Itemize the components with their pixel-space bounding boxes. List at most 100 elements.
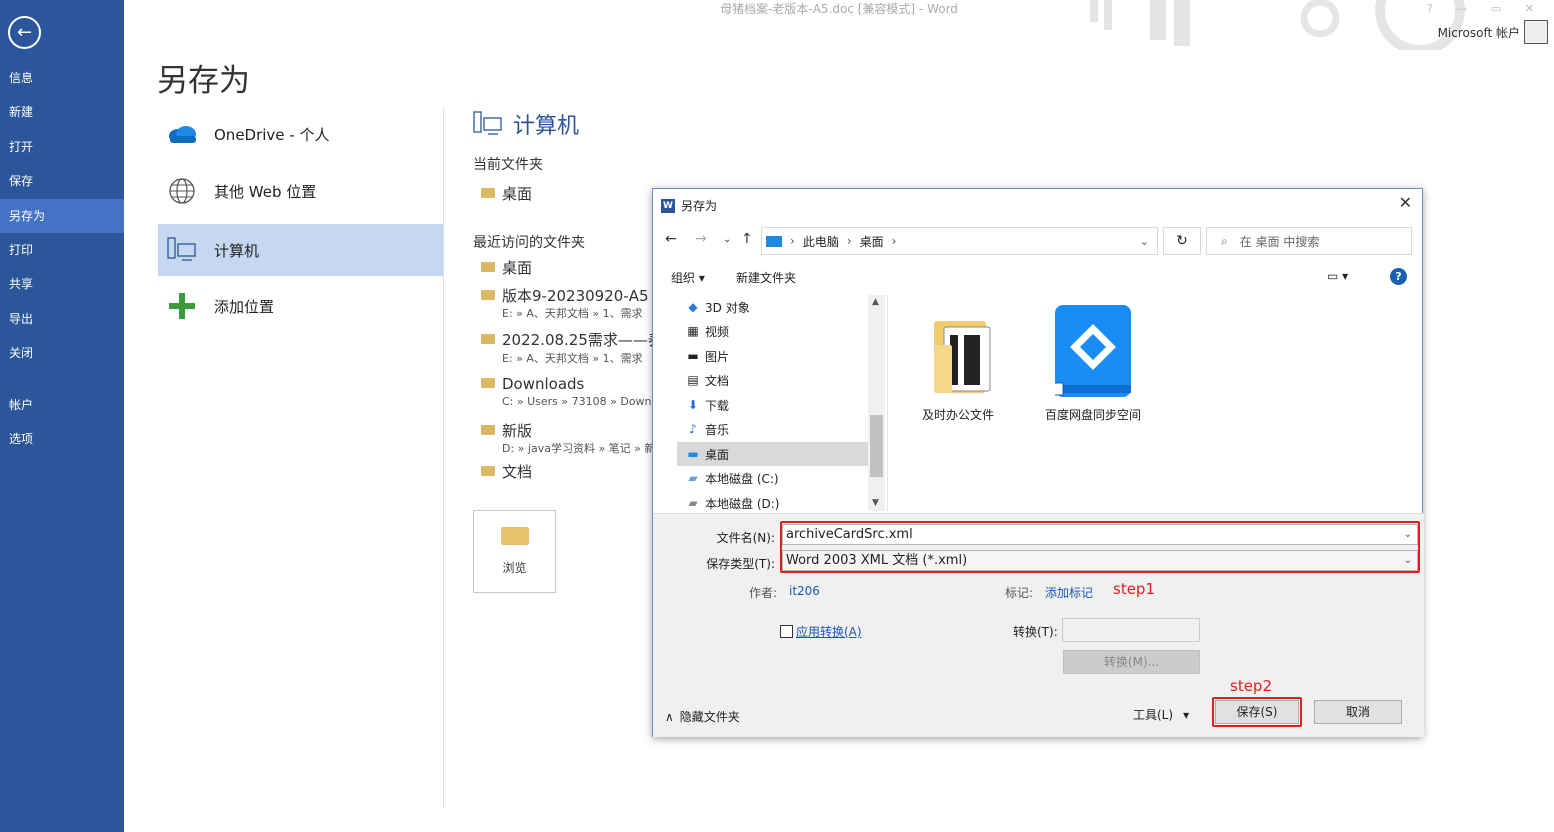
tree-label: 本地磁盘 (D:) (705, 496, 780, 511)
cancel-button[interactable]: 取消 (1314, 700, 1402, 724)
tree-item[interactable]: ◆ 3D 对象 (677, 295, 869, 319)
document-icon: ▤ (687, 373, 699, 387)
location-web[interactable]: 其他 Web 位置 (158, 165, 443, 217)
hide-folders-toggle[interactable]: ∧ 隐藏文件夹 (665, 708, 740, 725)
refresh-icon[interactable]: ↻ (1163, 227, 1201, 255)
organize-button[interactable]: 组织 ▾ (671, 269, 705, 286)
search-input[interactable]: ⌕ 在 桌面 中搜索 (1206, 227, 1412, 255)
desktop-icon: ▬ (687, 447, 699, 461)
folder-path: D: » java学习资料 » 笔记 » 新 (502, 442, 652, 455)
tree-item[interactable]: ▬ 图片 (677, 344, 869, 368)
recent-folder[interactable]: Downloads (481, 375, 584, 393)
chevron-right-icon: › (846, 234, 852, 248)
browse-button[interactable]: 浏览 (473, 510, 556, 593)
location-onedrive[interactable]: OneDrive - 个人 (158, 108, 443, 160)
filename-label: 文件名(N): (716, 531, 775, 545)
tree-scrollbar[interactable]: ▲ ▼ (868, 295, 885, 511)
nav-item-print[interactable]: 打印 (0, 233, 124, 267)
folder-icon (481, 334, 495, 344)
back-arrow-icon[interactable]: ← (8, 16, 41, 49)
up-icon[interactable]: ↑ (741, 231, 753, 247)
recent-folder[interactable]: 新版 (481, 420, 532, 441)
tree-item-selected[interactable]: ▬ 桌面 (677, 442, 869, 466)
chevron-right-icon: › (790, 234, 795, 248)
folder-name: Downloads (502, 375, 585, 393)
folder-icon (481, 262, 495, 272)
view-icon[interactable]: ▭ ▾ (1327, 269, 1348, 283)
globe-icon (166, 175, 198, 207)
recent-folder[interactable]: 2022.08.25需求——养 (481, 329, 663, 350)
search-placeholder: 在 桌面 中搜索 (1239, 234, 1320, 249)
tools-button[interactable]: 工具(L) ▾ (1133, 706, 1189, 723)
location-add[interactable]: 添加位置 (158, 280, 443, 332)
account-label[interactable]: Microsoft 帐户 (1438, 24, 1520, 41)
recent-label: 最近访问的文件夹 (473, 235, 585, 251)
tree-item[interactable]: ▰ 本地磁盘 (D:) (677, 491, 869, 511)
file-list: 及时办公文件 百度网盘同步空间 (887, 295, 1422, 511)
checkbox[interactable] (780, 625, 793, 638)
nav-item-save[interactable]: 保存 (0, 164, 124, 198)
new-folder-button[interactable]: 新建文件夹 (736, 269, 796, 286)
folder-icon (481, 188, 495, 198)
nav-item-share[interactable]: 共享 (0, 267, 124, 301)
address-bar[interactable]: › 此电脑 › 桌面 › ⌄ (761, 227, 1158, 255)
location-label: 其他 Web 位置 (214, 182, 317, 201)
recent-folder[interactable]: 文档 (481, 461, 532, 482)
scroll-thumb[interactable] (870, 415, 883, 477)
nav-item-open[interactable]: 打开 (0, 130, 124, 164)
close-icon[interactable]: ✕ (1399, 193, 1412, 212)
folder-name: 桌面 (502, 259, 533, 277)
nav-item-options[interactable]: 选项 (0, 422, 124, 456)
tree-item[interactable]: ▦ 视频 (677, 319, 869, 343)
computer-icon (166, 234, 198, 266)
breadcrumb-this-pc[interactable]: 此电脑 (803, 233, 839, 250)
dropdown-icon: ▾ (1183, 708, 1190, 722)
tools-label: 工具(L) (1133, 708, 1174, 722)
current-folder[interactable]: 桌面 (481, 183, 532, 204)
author-value[interactable]: it206 (789, 584, 820, 598)
nav-item-save-as[interactable]: 另存为 (0, 199, 124, 233)
pc-icon (766, 235, 782, 247)
tree-item[interactable]: ▤ 文档 (677, 368, 869, 392)
address-bar-row: ← → ⌄ ↑ › 此电脑 › 桌面 › ⌄ ↻ ⌕ 在 桌面 中搜索 (653, 225, 1424, 257)
recent-folder[interactable]: 版本9-20230920-A5 (481, 285, 649, 306)
chevron-down-icon[interactable]: ⌄ (723, 234, 731, 245)
tree-item[interactable]: ♪ 音乐 (677, 417, 869, 441)
forward-icon[interactable]: → (695, 231, 707, 247)
tree-item[interactable]: ⬇ 下载 (677, 393, 869, 417)
file-item[interactable]: 及时办公文件 (908, 305, 1008, 423)
back-icon[interactable]: ← (665, 231, 677, 247)
chevron-down-icon[interactable]: ⌄ (1140, 235, 1149, 248)
nav-item-info[interactable]: 信息 (0, 61, 124, 95)
panel-heading: 计算机 (473, 108, 579, 140)
location-computer[interactable]: 计算机 (158, 224, 443, 276)
nav-item-close[interactable]: 关闭 (0, 336, 124, 370)
tree-label: 音乐 (705, 422, 730, 437)
file-item[interactable]: 百度网盘同步空间 (1038, 305, 1148, 423)
transform-input[interactable] (1062, 618, 1200, 642)
folder-tree: ◆ 3D 对象 ▦ 视频 ▬ 图片 ▤ 文档 ⬇ 下载 ♪ 音乐 ▬ 桌面 ▰ 本地磁盘 (C:… (677, 295, 888, 511)
cube-icon: ◆ (688, 300, 698, 314)
music-icon: ♪ (689, 422, 697, 436)
drive-icon: ▰ (688, 471, 698, 485)
help-icon[interactable]: ? (1390, 268, 1407, 285)
apply-transform-label: 应用转换(A) (796, 625, 862, 639)
transform-button[interactable]: 转换(M)... (1063, 650, 1200, 674)
dialog-toolbar: 组织 ▾ 新建文件夹 ▭ ▾ ? (653, 263, 1424, 291)
window-controls[interactable]: ? — ▭ ✕ (1427, 2, 1544, 15)
nav-item-export[interactable]: 导出 (0, 302, 124, 336)
breadcrumb-desktop[interactable]: 桌面 (860, 233, 884, 250)
plus-icon (166, 290, 198, 322)
location-label: 计算机 (214, 241, 260, 260)
scroll-up-icon[interactable]: ▲ (872, 297, 879, 307)
avatar[interactable] (1524, 20, 1548, 44)
apply-transform-checkbox[interactable]: 应用转换(A) (780, 623, 862, 640)
location-label: 添加位置 (214, 297, 275, 316)
nav-item-new[interactable]: 新建 (0, 95, 124, 129)
scroll-down-icon[interactable]: ▼ (872, 498, 879, 508)
tree-item[interactable]: ▰ 本地磁盘 (C:) (677, 466, 869, 490)
tree-label: 桌面 (705, 447, 730, 462)
recent-folder[interactable]: 桌面 (481, 257, 532, 278)
tags-value[interactable]: 添加标记 (1045, 584, 1093, 601)
nav-item-account[interactable]: 帐户 (0, 388, 124, 422)
